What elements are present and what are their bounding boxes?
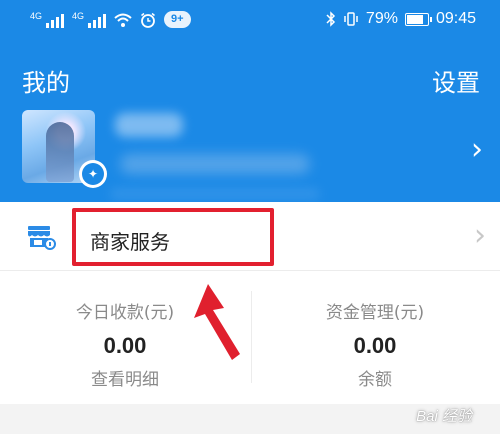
profile-header: 4G 4G 9+ 79% 09:45 我的 设置 ✦ › <box>0 0 500 202</box>
settings-button[interactable]: 设置 <box>432 63 480 98</box>
status-bar: 4G 4G 9+ 79% 09:45 <box>0 0 500 42</box>
balance-label: 余额 <box>358 370 392 390</box>
compass-icon: ✦ <box>82 163 104 185</box>
shop-icon <box>28 226 56 250</box>
alarm-icon <box>141 12 155 28</box>
blurred-account-detail <box>110 188 320 200</box>
status-bar-left: 4G 4G 9+ <box>30 11 191 28</box>
signal-label: 4G <box>30 10 43 21</box>
battery-percent: 79% <box>365 10 398 27</box>
status-bar-right: 79% 09:45 <box>326 10 476 28</box>
bluetooth-icon <box>326 11 335 27</box>
page-title: 我的 <box>22 69 70 97</box>
avatar-badge: ✦ <box>79 160 107 188</box>
blurred-username <box>115 113 183 137</box>
chevron-right-icon[interactable]: › <box>471 132 483 167</box>
watermark: Bai 经验 <box>416 408 472 425</box>
stat-title: 资金管理(元) <box>325 303 425 323</box>
clock: 09:45 <box>435 10 476 27</box>
view-details-link[interactable]: 查看明细 <box>0 365 250 390</box>
signal-icon: 4G <box>72 10 107 28</box>
blurred-account-info <box>120 154 310 174</box>
annotation-arrow-icon <box>194 284 240 360</box>
avatar-figure <box>46 122 74 182</box>
wifi-icon <box>114 13 132 27</box>
vibrate-icon <box>344 12 358 26</box>
notification-badge: 9+ <box>164 11 191 28</box>
fund-management-stat[interactable]: 资金管理(元) 0.00 余额 <box>250 271 500 390</box>
signal-icon: 4G <box>30 10 65 28</box>
stat-value: 0.00 <box>353 333 397 358</box>
annotation-highlight-box <box>72 208 274 266</box>
battery-icon <box>404 12 432 26</box>
signal-label: 4G <box>72 10 85 21</box>
chevron-right-icon: › <box>474 218 486 253</box>
stats-panel: 今日收款(元) 0.00 查看明细 资金管理(元) 0.00 余额 <box>0 270 500 405</box>
